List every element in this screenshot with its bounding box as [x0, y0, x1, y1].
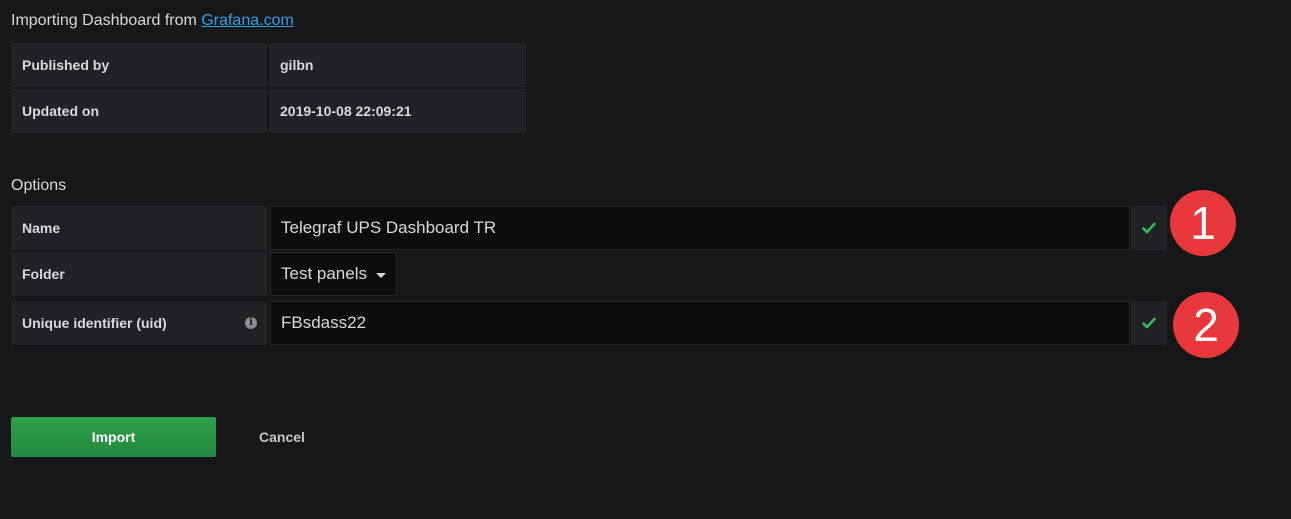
name-input[interactable]: [270, 206, 1130, 250]
folder-select[interactable]: Test panels: [270, 252, 397, 296]
updated-on-label: Updated on: [11, 89, 267, 133]
options-title: Options: [11, 177, 67, 194]
folder-label-text: Folder: [22, 266, 65, 282]
check-icon: [1142, 317, 1156, 329]
uid-label-text: Unique identifier (uid): [22, 315, 167, 331]
import-dashboard-page: Importing Dashboard from Grafana.com Pub…: [0, 0, 1291, 519]
published-by-value: gilbn: [269, 43, 526, 87]
uid-row: Unique identifier (uid) i: [11, 301, 1167, 345]
updated-on-value: 2019-10-08 22:09:21: [269, 89, 526, 133]
uid-label: Unique identifier (uid) i: [11, 301, 267, 345]
annotation-badge-1: 1: [1170, 190, 1236, 256]
name-valid-indicator: [1131, 206, 1167, 250]
import-button[interactable]: Import: [11, 417, 216, 457]
name-row: Name: [11, 206, 1167, 250]
heading-text: Importing Dashboard from: [11, 12, 197, 29]
info-row-published-by: Published by gilbn: [11, 43, 526, 87]
grafana-com-link[interactable]: Grafana.com: [201, 12, 293, 29]
page-heading: Importing Dashboard from Grafana.com: [11, 12, 294, 30]
published-by-label: Published by: [11, 43, 267, 87]
info-circle-icon[interactable]: i: [245, 317, 257, 329]
folder-row: Folder Test panels: [11, 252, 397, 296]
name-label-text: Name: [22, 220, 61, 236]
folder-select-value: Test panels: [281, 264, 367, 283]
annotation-badge-2: 2: [1173, 292, 1239, 358]
info-row-updated-on: Updated on 2019-10-08 22:09:21: [11, 89, 526, 133]
cancel-button[interactable]: Cancel: [232, 417, 332, 457]
uid-valid-indicator: [1131, 301, 1167, 345]
folder-label: Folder: [11, 252, 267, 296]
caret-down-icon: [376, 272, 386, 278]
name-label: Name: [11, 206, 267, 250]
check-icon: [1142, 222, 1156, 234]
uid-input[interactable]: [270, 301, 1130, 345]
